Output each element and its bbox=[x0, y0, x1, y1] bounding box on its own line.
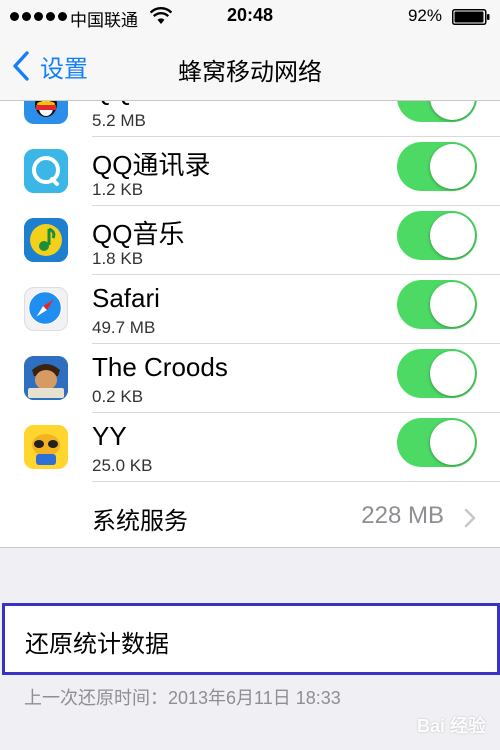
battery-percentage: 92% bbox=[407, 6, 442, 25]
chevron-right-icon bbox=[464, 508, 476, 528]
system-services-usage: 228 MB bbox=[361, 502, 444, 529]
app-data-usage: 0.2 KB bbox=[92, 387, 144, 406]
cellular-toggle-the-croods[interactable] bbox=[397, 349, 477, 398]
app-row-qq-contacts: QQ通讯录 1.2 KB bbox=[0, 137, 500, 206]
cellular-toggle-safari[interactable] bbox=[397, 280, 477, 329]
app-name: YY bbox=[92, 421, 127, 451]
app-row-qq: QQ 5.2 MB bbox=[0, 101, 500, 137]
app-data-usage: 1.8 KB bbox=[92, 249, 144, 268]
system-services-row[interactable]: 系统服务 228 MB bbox=[0, 482, 500, 547]
status-bar: 中国联通 20:48 92% bbox=[0, 0, 500, 34]
cellular-toggle-yy[interactable] bbox=[397, 418, 477, 467]
app-name: Safari bbox=[92, 283, 160, 313]
app-data-usage: 49.7 MB bbox=[92, 318, 156, 337]
reset-statistics-label: 还原统计数据 bbox=[25, 631, 169, 658]
qq-contacts-icon bbox=[24, 149, 68, 193]
battery-icon bbox=[452, 9, 490, 25]
system-services-label: 系统服务 bbox=[92, 508, 188, 535]
app-name: The Croods bbox=[92, 352, 228, 382]
reset-statistics-button[interactable]: 还原统计数据 bbox=[2, 603, 500, 675]
cellular-toggle-qq-contacts[interactable] bbox=[397, 142, 477, 191]
app-cellular-list: QQ 5.2 MB QQ通讯录 1.2 KB Q bbox=[0, 101, 500, 548]
baidu-watermark: Bai 经验 bbox=[416, 716, 486, 736]
app-name: QQ bbox=[92, 101, 132, 107]
app-row-the-croods: The Croods 0.2 KB bbox=[0, 344, 500, 413]
app-row-qq-music: QQ音乐 1.8 KB bbox=[0, 206, 500, 275]
croods-game-icon bbox=[24, 356, 68, 400]
navigation-bar: 设置 蜂窝移动网络 bbox=[0, 34, 500, 101]
page-title: 蜂窝移动网络 bbox=[178, 59, 322, 86]
app-data-usage: 25.0 KB bbox=[92, 456, 153, 475]
app-data-usage: 5.2 MB bbox=[92, 111, 146, 130]
app-name: QQ通讯录 bbox=[92, 150, 211, 180]
qq-penguin-icon bbox=[24, 101, 68, 124]
app-data-usage: 1.2 KB bbox=[92, 180, 144, 199]
yy-raccoon-icon bbox=[24, 425, 68, 469]
last-reset-time: 上一次还原时间：2013年6月11日 18:33 bbox=[24, 688, 341, 708]
app-name: QQ音乐 bbox=[92, 219, 185, 249]
qq-music-icon bbox=[24, 218, 68, 262]
safari-compass-icon bbox=[24, 287, 68, 331]
app-row-safari: Safari 49.7 MB bbox=[0, 275, 500, 344]
app-row-yy: YY 25.0 KB bbox=[0, 413, 500, 482]
cellular-toggle-qq-music[interactable] bbox=[397, 211, 477, 260]
cellular-toggle-qq[interactable] bbox=[397, 101, 477, 122]
